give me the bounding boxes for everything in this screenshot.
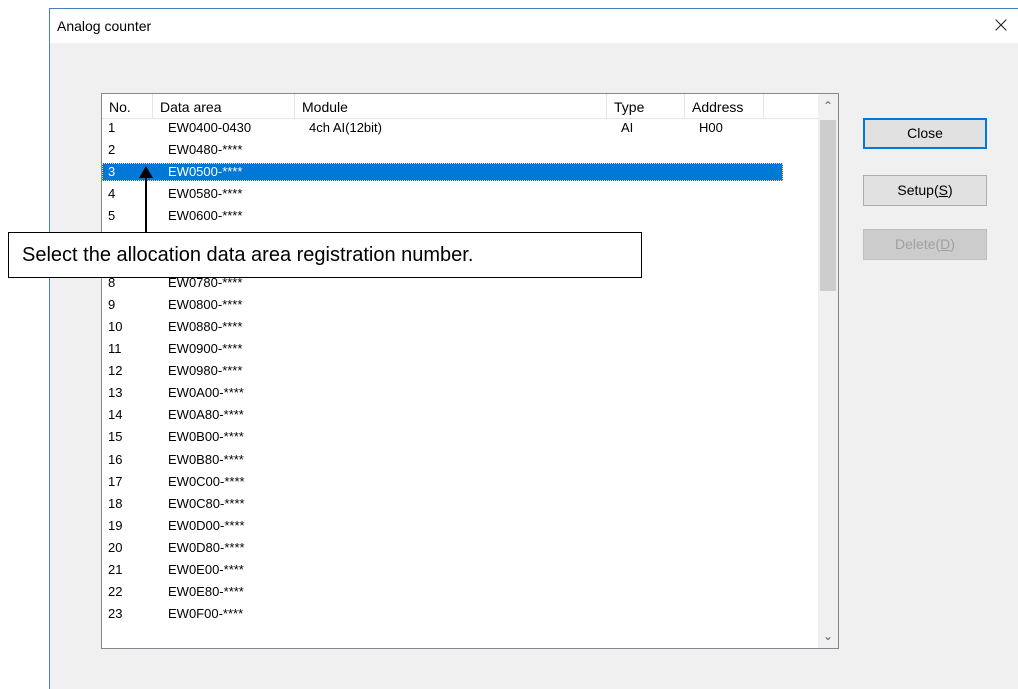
row-no: 14 [108,407,123,423]
annotation-callout: Select the allocation data area registra… [8,232,642,278]
row-no: 2 [108,142,116,158]
column-header-module[interactable]: Module [295,94,607,118]
row-data-area: EW0E80-**** [168,584,244,600]
list-item[interactable]: 21 EW0E00-**** [102,561,783,579]
setup-button[interactable]: Setup(S) [863,175,987,206]
row-data-area: EW0A80-**** [168,407,244,423]
list-item[interactable]: 20 EW0D80-**** [102,539,783,557]
delete-label-suffix: ) [950,236,955,252]
list-item[interactable]: 23 EW0F00-**** [102,605,783,623]
row-no: 20 [108,539,123,555]
row-no: 16 [108,451,123,467]
list-item[interactable]: 4 EW0580-**** [102,185,783,203]
chevron-down-icon[interactable]: ⌄ [818,624,838,648]
list-item[interactable]: 5 EW0600-**** [102,207,783,225]
title-bar: Analog counter × [50,9,1018,43]
list-item[interactable]: 16 EW0B80-**** [102,451,783,469]
list-item[interactable]: 11 EW0900-**** [102,340,783,358]
vertical-scrollbar[interactable]: ⌃ ⌄ [818,94,838,648]
column-header-type[interactable]: Type [607,94,685,118]
row-data-area: EW0500-**** [168,164,243,180]
list-item[interactable]: 2 EW0480-**** [102,141,783,159]
row-data-area: EW0B80-**** [168,451,244,467]
delete-accelerator-key: D [940,236,951,252]
list-item[interactable]: 12 EW0980-**** [102,362,783,380]
annotation-arrow-head [139,166,153,178]
list-item[interactable]: 1 EW0400-0430 4ch AI(12bit) AI H00 [102,119,783,137]
list-item[interactable]: 10 EW0880-**** [102,318,783,336]
close-icon[interactable]: × [988,13,1014,39]
row-module: 4ch AI(12bit) [309,120,382,135]
list-header: No. Data area Module Type Address [102,94,818,119]
row-type: AI [621,120,634,135]
list-item[interactable]: 15 EW0B00-**** [102,428,783,446]
close-button[interactable]: Close [863,118,987,149]
setup-label-prefix: Setup( [897,182,939,198]
row-data-area: EW0900-**** [168,341,243,356]
row-data-area: EW0880-**** [168,318,243,334]
setup-accelerator-key: S [938,182,948,198]
row-data-area: EW0F00-**** [168,606,244,622]
row-data-area: EW0A00-**** [168,385,244,401]
list-item[interactable]: 9 EW0800-**** [102,296,783,314]
data-area-list[interactable]: No. Data area Module Type Address 1 EW040… [101,93,839,649]
row-no: 19 [108,517,123,533]
row-data-area: EW0D00-**** [168,517,245,533]
row-no: 11 [108,341,122,356]
row-no: 21 [108,562,123,577]
row-data-area: EW0C80-**** [168,495,245,511]
list-item[interactable]: 22 EW0E80-**** [102,583,783,601]
row-no: 12 [108,363,123,379]
row-data-area: EW0D80-**** [168,539,245,555]
setup-label-suffix: ) [947,182,953,198]
row-no: 22 [108,584,123,600]
row-no: 3 [108,164,116,180]
column-header-no[interactable]: No. [102,94,153,118]
row-no: 23 [108,606,123,622]
row-data-area: EW0980-**** [168,363,243,379]
list-item[interactable]: 17 EW0C00-**** [102,473,783,491]
row-no: 13 [108,385,123,401]
row-data-area: EW0400-0430 [168,120,252,135]
delete-label-prefix: Delete( [895,236,941,252]
row-address: H00 [699,120,723,135]
row-data-area: EW0B00-**** [168,429,244,445]
row-data-area: EW0E00-**** [168,562,244,577]
delete-button[interactable]: Delete(D) [863,229,987,260]
list-item[interactable]: 19 EW0D00-**** [102,517,783,535]
list-item[interactable]: 18 EW0C80-**** [102,495,783,513]
list-item[interactable]: 13 EW0A00-**** [102,384,783,402]
analog-counter-dialog: Analog counter × No. Data area Module Ty… [49,8,1018,689]
column-header-data-area[interactable]: Data area [153,94,295,118]
column-header-address[interactable]: Address [685,94,764,118]
annotation-arrow-line [145,176,147,232]
list-item[interactable]: 3 EW0500-**** [102,163,783,182]
row-data-area: EW0480-**** [168,142,243,158]
row-no: 17 [108,473,123,489]
row-no: 4 [108,186,116,202]
chevron-up-icon[interactable]: ⌃ [818,94,838,118]
row-no: 15 [108,429,123,445]
row-data-area: EW0580-**** [168,186,243,202]
row-data-area: EW0C00-**** [168,473,245,489]
window-title: Analog counter [57,18,152,34]
row-data-area: EW0600-**** [168,208,243,224]
scrollbar-thumb[interactable] [820,120,836,291]
list-item[interactable]: 14 EW0A80-**** [102,406,783,424]
row-no: 1 [108,120,116,135]
row-no: 9 [108,296,116,312]
row-no: 5 [108,208,116,224]
row-data-area: EW0800-**** [168,296,243,312]
row-no: 18 [108,495,123,511]
row-no: 10 [108,318,123,334]
